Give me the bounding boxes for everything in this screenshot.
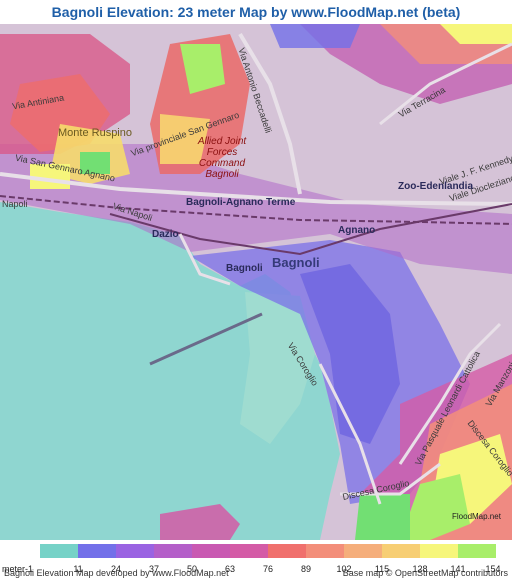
legend-swatch-8 xyxy=(344,544,382,558)
legend-swatch-5 xyxy=(230,544,268,558)
place-label-agnano: Agnano xyxy=(338,225,376,236)
legend-swatch-7 xyxy=(306,544,344,558)
page-title: Bagnoli Elevation: 23 meter Map by www.F… xyxy=(51,4,461,20)
elevation-map[interactable]: Via Antiniana Via Antonio Beccadelli Via… xyxy=(0,24,512,540)
legend-swatch-9 xyxy=(382,544,420,558)
legend-swatch-2 xyxy=(116,544,154,558)
place-label-military-command: Allied Joint Forces Command Bagnoli xyxy=(197,136,247,180)
legend-swatch-1 xyxy=(78,544,116,558)
footer-attribution[interactable]: Base map © OpenStreetMap contributors xyxy=(343,568,508,578)
legend-value: 76 xyxy=(262,564,273,574)
footer-credit[interactable]: Bagnoli Elevation Map developed by www.F… xyxy=(4,568,229,578)
place-label-dazio: Dazio xyxy=(152,229,179,240)
place-label-bagnoli-small: Bagnoli xyxy=(226,263,263,274)
place-label-bagnoli: Bagnoli xyxy=(272,255,320,270)
legend-swatch-4 xyxy=(192,544,230,558)
legend-swatch-0 xyxy=(40,544,78,558)
legend-swatch-10 xyxy=(420,544,458,558)
legend-swatch-6 xyxy=(268,544,306,558)
legend-swatch-11 xyxy=(458,544,496,558)
place-label-monte-ruspino: Monte Ruspino xyxy=(58,127,132,139)
place-label-zoo: Zoo-Edenlandia xyxy=(398,181,473,192)
place-label-station: Bagnoli-Agnano Terme xyxy=(186,197,296,208)
legend-swatch-3 xyxy=(154,544,192,558)
legend-value: 89 xyxy=(300,564,311,574)
compass-logo: FloodMap.net xyxy=(452,512,501,521)
place-label-edge: Napoli xyxy=(2,199,28,209)
